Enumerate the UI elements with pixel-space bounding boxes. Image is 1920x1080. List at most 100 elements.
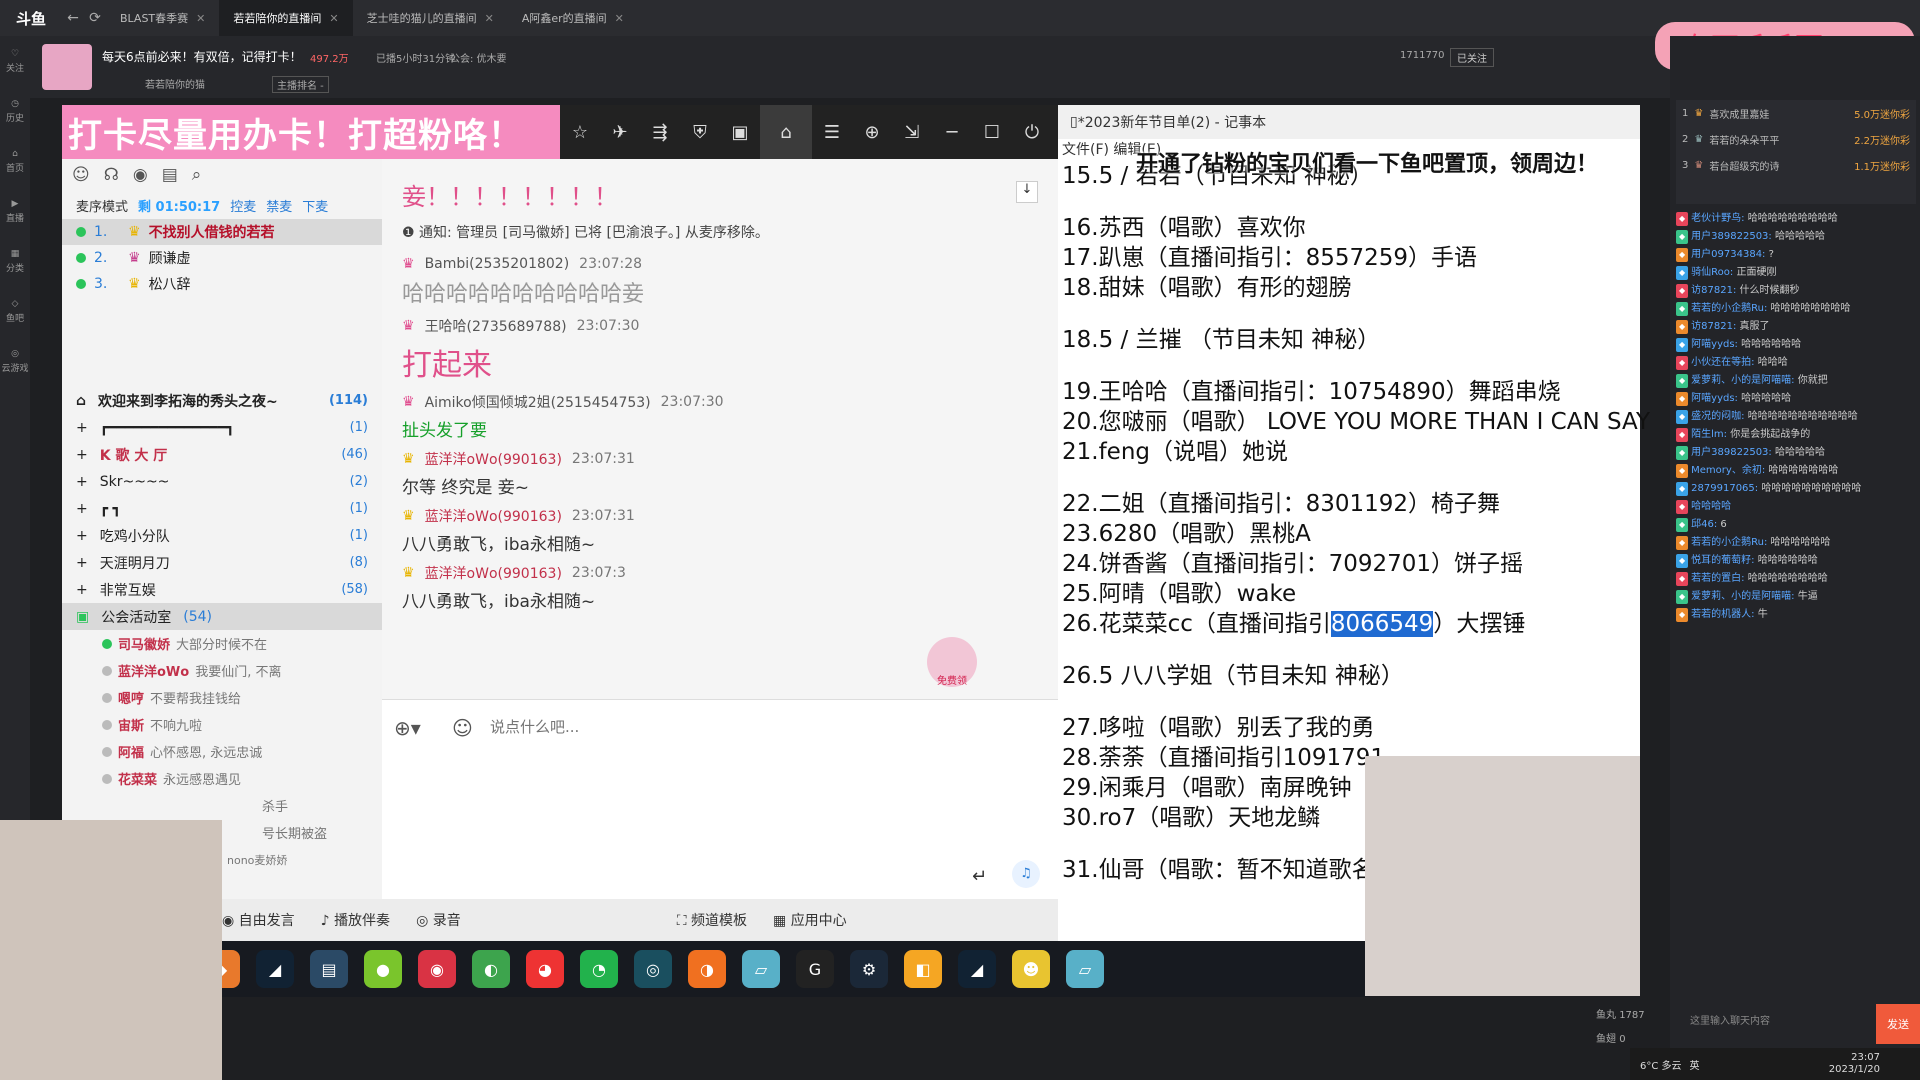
close-icon[interactable]: ✕: [196, 12, 205, 25]
expand-icon[interactable]: +: [76, 555, 88, 571]
steam-icon[interactable]: ⚙: [850, 950, 888, 988]
shield-icon[interactable]: ⛨: [680, 105, 720, 159]
wechat-icon[interactable]: ◔: [580, 950, 618, 988]
danmu-user[interactable]: 若若的机器人:: [1691, 609, 1754, 620]
plane-icon[interactable]: ✈: [600, 105, 640, 159]
member-row[interactable]: 嗯哼 不要帮我挂钱给: [62, 684, 382, 711]
app-icon[interactable]: ▤: [310, 950, 348, 988]
accompany-button[interactable]: ♪ 播放伴奏: [321, 910, 390, 930]
tab-2[interactable]: 芝士哇的猫儿的直播间 ✕: [353, 0, 508, 36]
app-icon[interactable]: ◎: [634, 950, 672, 988]
danmu-user[interactable]: 骑仙Roo:: [1691, 267, 1733, 278]
danmu-user[interactable]: 爱萝莉、小的是阿喵喵:: [1691, 375, 1794, 386]
close-icon[interactable]: ✕: [485, 12, 494, 25]
danmu-user[interactable]: Memory、余初:: [1691, 465, 1765, 476]
danmu-user[interactable]: 爱萝莉、小的是阿喵喵:: [1691, 591, 1794, 602]
emoji-icon[interactable]: ☺: [452, 716, 473, 740]
danmu-user[interactable]: 阿喵yyds:: [1691, 393, 1738, 404]
danmu-user[interactable]: 老伙计野鸟:: [1691, 213, 1744, 224]
rail-follow[interactable]: ♡ 关注: [0, 36, 30, 86]
off-mic-link[interactable]: 下麦: [302, 196, 328, 215]
mode-select[interactable]: 麦序模式: [76, 196, 128, 215]
app-icon[interactable]: ▱: [1066, 950, 1104, 988]
location-icon[interactable]: ◉: [133, 165, 148, 185]
app-icon[interactable]: ◕: [526, 950, 564, 988]
mic-queue-item[interactable]: 1. ♛ 不找别人借钱的若若: [62, 219, 382, 245]
mic-queue-item[interactable]: 2. ♛ 顾谦虚: [62, 245, 382, 271]
tab-1[interactable]: 若若陪你的直播间 ✕: [219, 0, 353, 36]
template-button[interactable]: ⛶ 频道模板: [677, 910, 747, 930]
douyu-logo[interactable]: 斗鱼: [0, 0, 62, 36]
rank-row[interactable]: 2 ♛ 若若的朵朵平平 2.2万迷你彩: [1676, 126, 1916, 152]
danmu-user[interactable]: 2879917065:: [1691, 483, 1758, 494]
tab-0[interactable]: BLAST春季赛 ✕: [106, 0, 219, 36]
ime-lang[interactable]: 英: [1690, 1057, 1700, 1072]
member-row[interactable]: 司马徽娇 大部分时候不在: [62, 630, 382, 657]
record-button[interactable]: ◎ 录音: [416, 910, 461, 930]
control-mic-link[interactable]: 控麦: [230, 196, 256, 215]
rail-history[interactable]: ◷ 历史: [0, 86, 30, 136]
ban-mic-link[interactable]: 禁麦: [266, 196, 292, 215]
expand-icon[interactable]: +: [76, 474, 88, 490]
mic-queue-item[interactable]: 3. ♛ 松八辞: [62, 271, 382, 297]
channel-room[interactable]: + 非常互娱 (58): [62, 576, 382, 603]
search-icon[interactable]: ⌕: [192, 165, 202, 185]
refresh-icon[interactable]: ⟳: [84, 10, 106, 26]
scroll-down-icon[interactable]: ↓: [1016, 181, 1038, 203]
app-center-button[interactable]: ▦ 应用中心: [773, 910, 847, 930]
app-icon[interactable]: ●: [364, 950, 402, 988]
channel-room[interactable]: + ┏━━━━━━━━━━━━━━┓ (1): [62, 414, 382, 441]
video-icon[interactable]: ▣: [720, 105, 760, 159]
chat-input[interactable]: [490, 714, 910, 740]
share-icon[interactable]: ⇶: [640, 105, 680, 159]
rail-category[interactable]: ▦ 分类: [0, 236, 30, 286]
rank-row[interactable]: 3 ♛ 若台超级究的诗 1.1万迷你彩: [1676, 152, 1916, 178]
app-icon[interactable]: ◉: [418, 950, 456, 988]
close-icon[interactable]: ✕: [329, 12, 338, 25]
danmu-user[interactable]: 用户389822503:: [1691, 231, 1772, 242]
danmu-user[interactable]: 邱46:: [1691, 519, 1717, 530]
star-icon[interactable]: ☆: [560, 105, 600, 159]
app-icon[interactable]: ◢: [958, 950, 996, 988]
channel-room[interactable]: + K 歌 大 厅 (46): [62, 441, 382, 468]
app-icon[interactable]: ☻: [1012, 950, 1050, 988]
send-icon[interactable]: ↵: [972, 866, 987, 887]
tab-3[interactable]: A阿鑫er的直播间 ✕: [508, 0, 638, 36]
notepad-app-icon[interactable]: ▱: [742, 950, 780, 988]
list-icon[interactable]: ☰: [812, 105, 852, 159]
danmu-user[interactable]: 阿喵yyds:: [1691, 339, 1738, 350]
app-icon[interactable]: ◐: [472, 950, 510, 988]
member-row[interactable]: 花菜菜 永远感恩遇见: [62, 765, 382, 792]
member-row[interactable]: 宙斯 不响九啦: [62, 711, 382, 738]
free-gift-button[interactable]: 免费领: [927, 637, 977, 687]
minimize-icon[interactable]: ─: [932, 105, 972, 159]
danmu-user[interactable]: 若若的置白:: [1691, 573, 1744, 584]
sender-name[interactable]: 王哈哈(2735689788): [425, 316, 567, 336]
app-icon[interactable]: ◢: [256, 950, 294, 988]
member-row[interactable]: 阿福 心怀感恩, 永远忠诚: [62, 738, 382, 765]
home-icon[interactable]: ⌂: [760, 105, 812, 159]
danmu-user[interactable]: 用户09734384:: [1691, 249, 1765, 260]
app-icon[interactable]: G: [796, 950, 834, 988]
gamepad-icon[interactable]: ⊕: [852, 105, 892, 159]
chat-input-hint[interactable]: 这里输入聊天内容: [1690, 1012, 1770, 1027]
back-icon[interactable]: ←: [62, 10, 84, 26]
expand-icon[interactable]: +: [76, 528, 88, 544]
channel-guild[interactable]: ▣ 公会活动室 (54): [62, 603, 382, 630]
maximize-icon[interactable]: ☐: [972, 105, 1012, 159]
sender-name[interactable]: 蓝洋洋οWο(990163): [425, 506, 562, 526]
sender-name[interactable]: 蓝洋洋οWο(990163): [425, 449, 562, 469]
member-row[interactable]: 杀手: [62, 792, 382, 819]
rail-cloudgame[interactable]: ◎ 云游戏: [0, 336, 30, 386]
channel-room[interactable]: + 吃鸡小分队 (1): [62, 522, 382, 549]
app-icon[interactable]: ◧: [904, 950, 942, 988]
member-row[interactable]: 蓝洋洋οWο 我要仙门, 不离: [62, 657, 382, 684]
free-speech-button[interactable]: ◉ 自由发言: [222, 910, 295, 930]
download-icon[interactable]: ⇲: [892, 105, 932, 159]
channel-room[interactable]: + 天涯明月刀 (8): [62, 549, 382, 576]
avatar[interactable]: [42, 44, 92, 90]
danmu-user[interactable]: 用户389822503:: [1691, 447, 1772, 458]
send-button[interactable]: 发送: [1876, 1004, 1920, 1044]
danmu-user[interactable]: 陌生lm:: [1691, 429, 1727, 440]
danmu-user[interactable]: 访87821:: [1691, 285, 1736, 296]
